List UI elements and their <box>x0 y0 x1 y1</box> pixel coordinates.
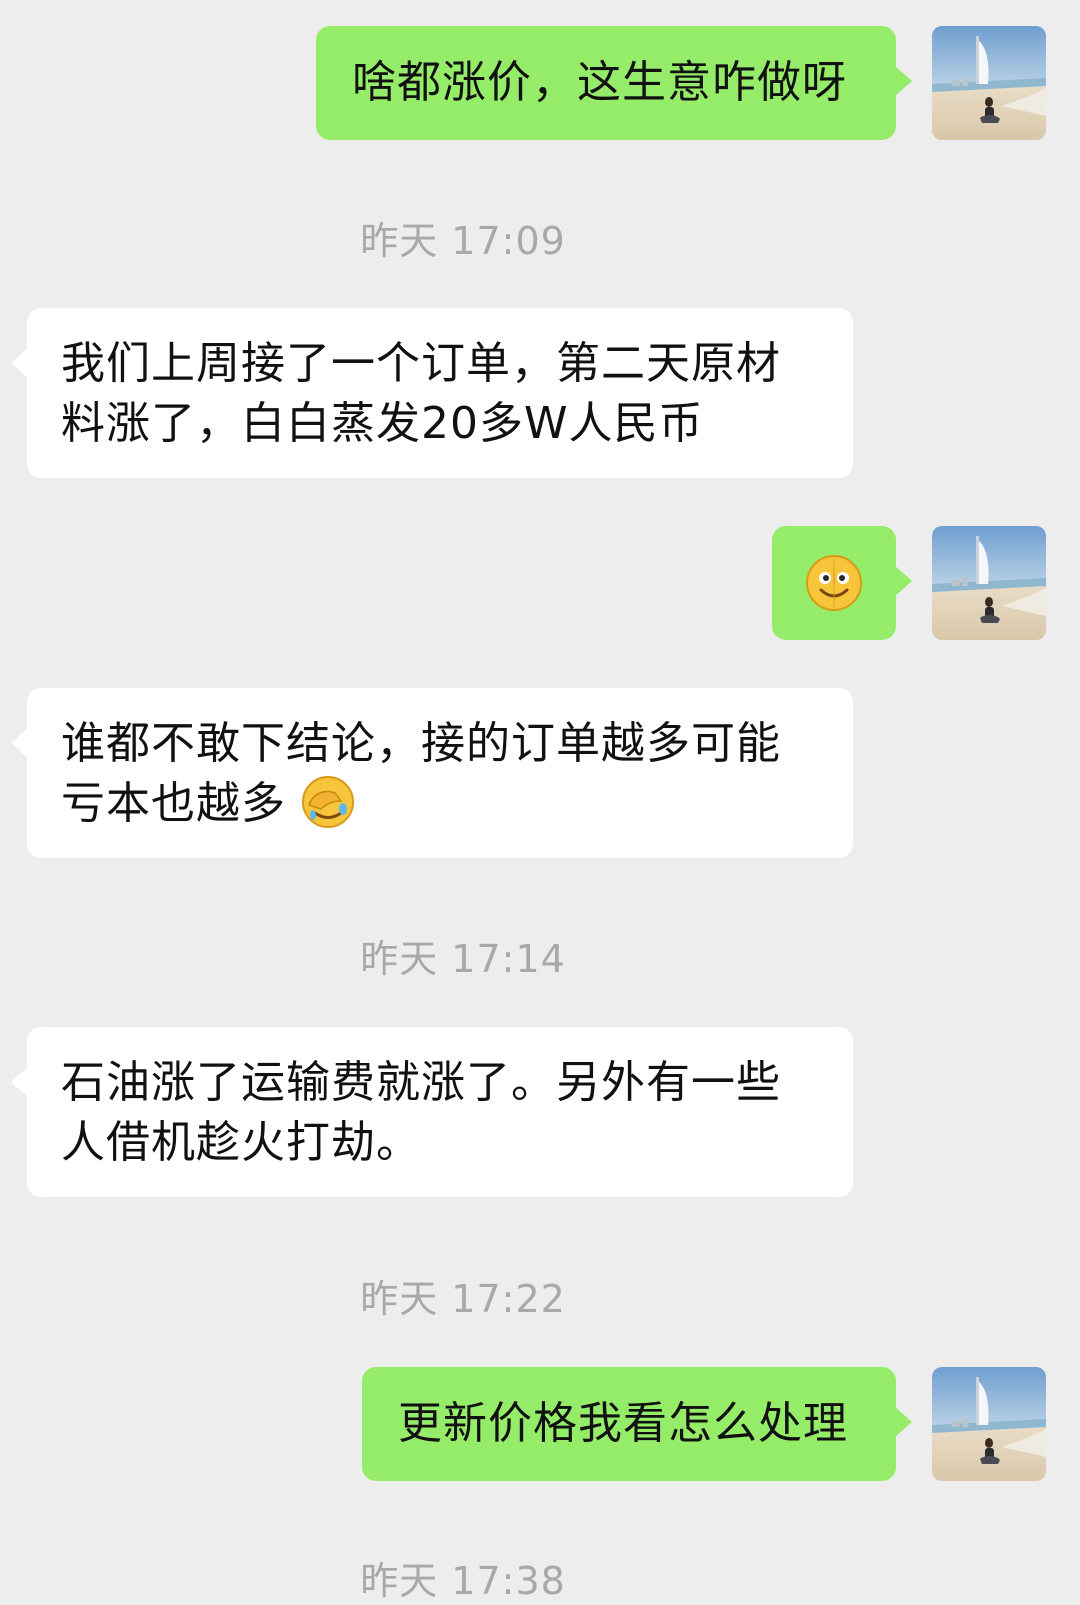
message-row-outgoing <box>0 526 1080 640</box>
message-row-incoming: 石油涨了运输费就涨了。另外有一些人借机趁火打劫。 <box>0 1027 1080 1197</box>
timestamp: 昨天 17:22 <box>360 1277 566 1321</box>
timestamp: 昨天 17:14 <box>360 937 566 981</box>
message-row-incoming: 我们上周接了一个订单，第二天原材料涨了，白白蒸发20多W人民币 <box>0 308 1080 478</box>
user-avatar[interactable] <box>932 26 1046 140</box>
message-row-incoming: 谁都不敢下结论，接的订单越多可能亏本也越多 <box>0 688 1080 858</box>
outgoing-message-bubble[interactable]: 更新价格我看怎么处理 <box>362 1367 912 1481</box>
facepalm-emoji-icon <box>302 776 354 828</box>
outgoing-message-bubble[interactable] <box>772 526 912 640</box>
incoming-message-bubble[interactable]: 石油涨了运输费就涨了。另外有一些人借机趁火打劫。 <box>11 1027 853 1197</box>
message-text: 更新价格我看怎么处理 <box>398 1398 848 1449</box>
message-text: 啥都涨价，这生意咋做呀 <box>352 57 847 108</box>
outgoing-message-bubble[interactable]: 啥都涨价，这生意咋做呀 <box>316 26 912 140</box>
incoming-message-bubble[interactable]: 我们上周接了一个订单，第二天原材料涨了，白白蒸发20多W人民币 <box>11 308 853 478</box>
timestamp: 昨天 17:09 <box>360 219 566 263</box>
smiley-emoji-icon <box>806 555 862 611</box>
message-text: 我们上周接了一个订单，第二天原材料涨了，白白蒸发20多W人民币 <box>61 338 781 449</box>
timestamp: 昨天 17:38 <box>360 1559 566 1603</box>
message-text: 石油涨了运输费就涨了。另外有一些人借机趁火打劫。 <box>61 1057 781 1168</box>
user-avatar[interactable] <box>932 1367 1046 1481</box>
message-row-outgoing: 更新价格我看怎么处理 <box>0 1367 1080 1481</box>
message-row-outgoing: 啥都涨价，这生意咋做呀 <box>0 26 1080 140</box>
user-avatar[interactable] <box>932 526 1046 640</box>
incoming-message-bubble[interactable]: 谁都不敢下结论，接的订单越多可能亏本也越多 <box>11 688 853 858</box>
message-text: 谁都不敢下结论，接的订单越多可能亏本也越多 <box>61 718 781 829</box>
